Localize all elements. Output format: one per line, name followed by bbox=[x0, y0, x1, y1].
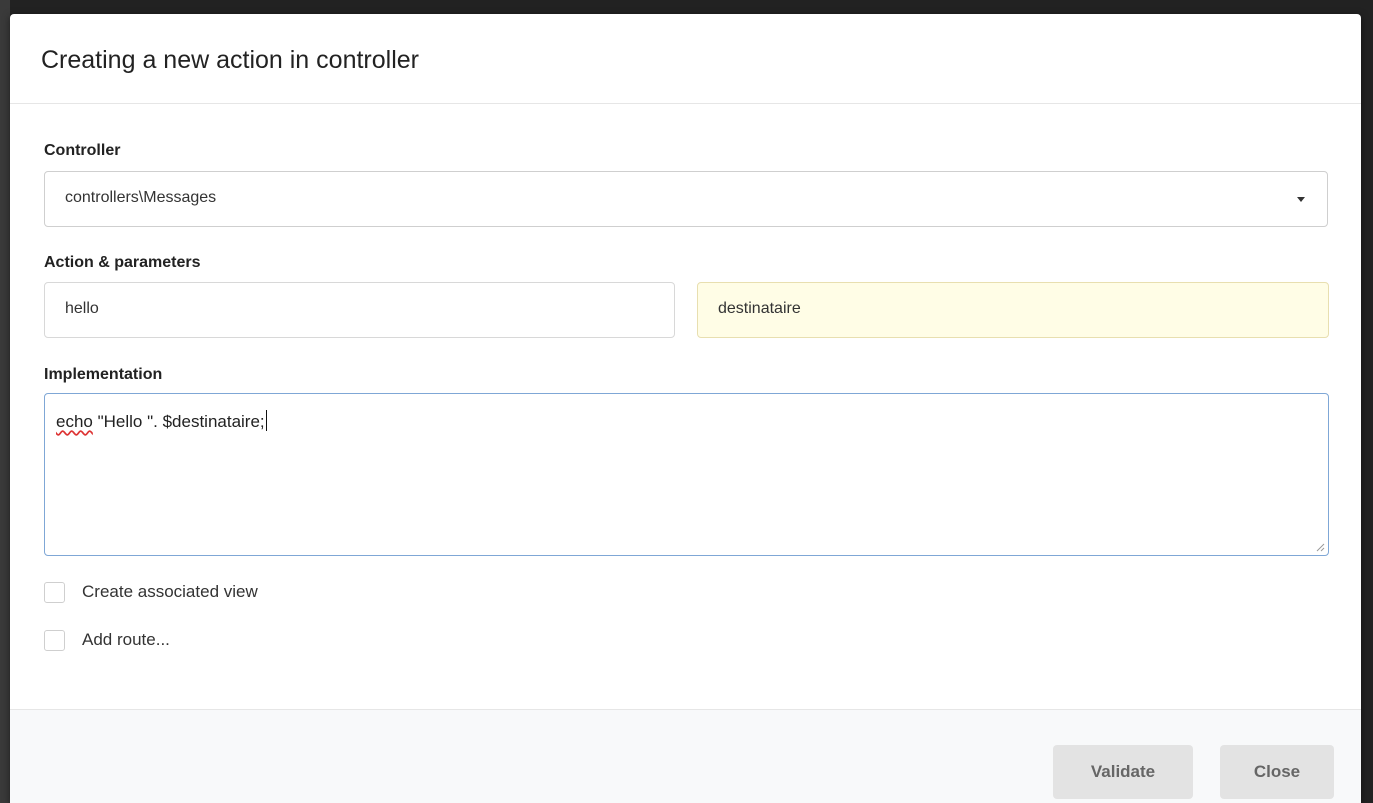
implementation-code: echo "Hello ". $destinataire; bbox=[56, 410, 267, 431]
validate-button[interactable]: Validate bbox=[1053, 745, 1193, 799]
resize-grip-icon[interactable] bbox=[1315, 542, 1325, 552]
backdrop-strip bbox=[0, 0, 10, 803]
add-route-checkbox[interactable] bbox=[44, 629, 65, 651]
dialog-footer: Validate Close bbox=[10, 709, 1361, 803]
implementation-textarea[interactable]: echo "Hello ". $destinataire; bbox=[44, 393, 1329, 556]
text-caret bbox=[265, 410, 267, 431]
code-rest: "Hello ". $destinataire; bbox=[92, 412, 265, 431]
create-view-checkbox[interactable] bbox=[44, 581, 65, 603]
caret-down-icon bbox=[1297, 197, 1305, 202]
action-parameters-label: Action & parameters bbox=[44, 254, 201, 271]
code-keyword: echo bbox=[56, 412, 93, 431]
close-button[interactable]: Close bbox=[1220, 745, 1334, 799]
add-route-option[interactable]: Add route... bbox=[44, 628, 170, 652]
controller-select-value: controllers\Messages bbox=[65, 189, 217, 206]
implementation-label: Implementation bbox=[44, 366, 163, 383]
create-view-option[interactable]: Create associated view bbox=[44, 580, 258, 604]
controller-label: Controller bbox=[44, 142, 121, 159]
create-action-dialog: Creating a new action in controller Cont… bbox=[10, 14, 1361, 803]
action-name-input[interactable]: hello bbox=[44, 282, 675, 338]
controller-select[interactable]: controllers\Messages bbox=[44, 171, 1328, 227]
add-route-label: Add route... bbox=[82, 630, 170, 649]
dialog-title: Creating a new action in controller bbox=[41, 46, 419, 74]
create-view-label: Create associated view bbox=[82, 582, 258, 601]
dialog-header: Creating a new action in controller bbox=[10, 14, 1361, 104]
action-parameters-input[interactable]: destinataire bbox=[697, 282, 1329, 338]
